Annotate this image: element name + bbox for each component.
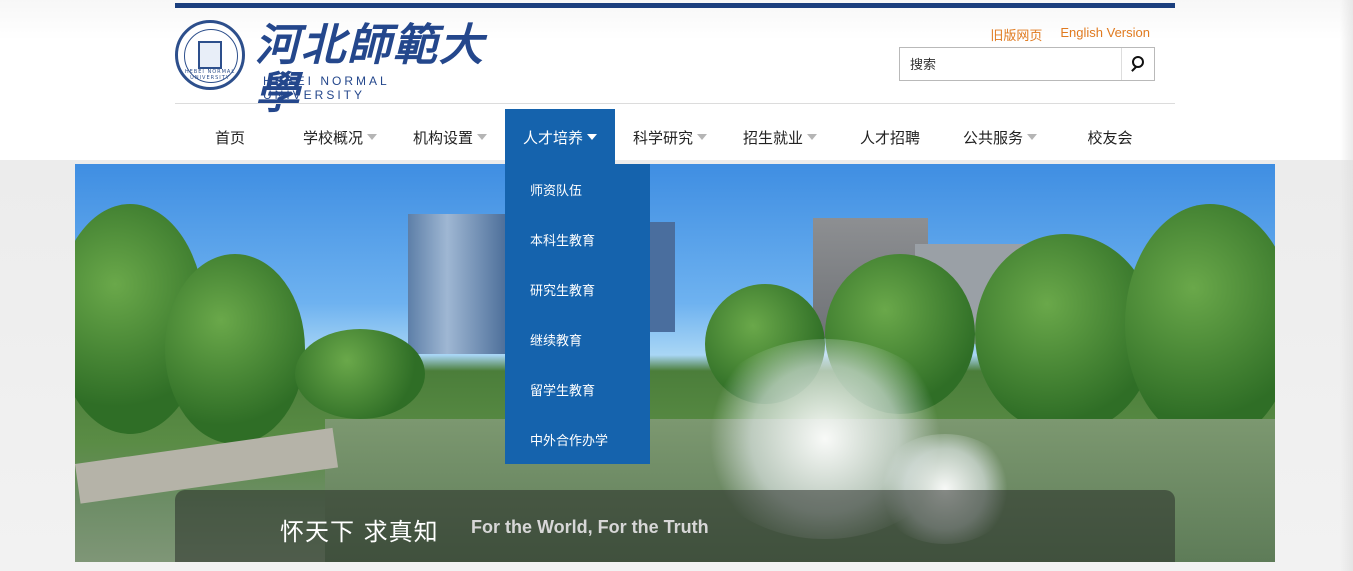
banner-building [408, 214, 506, 354]
education-dropdown-menu: 师资队伍 本科生教育 研究生教育 继续教育 留学生教育 中外合作办学 [505, 164, 650, 464]
nav-item-admissions[interactable]: 招生就业 [725, 109, 835, 164]
dropdown-item-continuing-education[interactable]: 继续教育 [505, 314, 650, 364]
dropdown-item-faculty[interactable]: 师资队伍 [505, 164, 650, 214]
seal-ring-text: HEBEI NORMAL UNIVERSITY [184, 69, 236, 81]
main-nav: 首页 学校概况 机构设置 人才培养 科学研究 招生就业 人才招聘 公共服务 校友… [175, 109, 1175, 164]
chevron-down-icon [367, 133, 377, 140]
dropdown-item-joint-programs[interactable]: 中外合作办学 [505, 414, 650, 464]
header-divider [175, 103, 1175, 104]
dropdown-item-undergraduate[interactable]: 本科生教育 [505, 214, 650, 264]
banner-tree [165, 254, 305, 444]
motto-cn: 怀天下 求真知 [280, 518, 439, 546]
top-rule [175, 3, 1175, 8]
banner-tree [1125, 204, 1275, 444]
search-box [899, 47, 1155, 81]
logo-name-en: HEBEI NORMAL UNIVERSITY [263, 74, 390, 102]
chevron-down-icon [587, 133, 597, 140]
nav-item-recruitment[interactable]: 人才招聘 [835, 109, 945, 164]
scrollbar-edge [1340, 0, 1353, 571]
search-icon-handle [1131, 66, 1137, 72]
university-seal-icon: HEBEI NORMAL UNIVERSITY [175, 20, 245, 90]
nav-item-home[interactable]: 首页 [175, 109, 285, 164]
chevron-down-icon [477, 133, 487, 140]
top-links: 旧版网页 English Version [990, 25, 1150, 44]
nav-item-education[interactable]: 人才培养 [505, 109, 615, 164]
banner-building [650, 222, 675, 332]
search-button[interactable] [1121, 48, 1154, 80]
banner-tree [295, 329, 425, 419]
nav-item-departments[interactable]: 机构设置 [395, 109, 505, 164]
seal-center [198, 41, 222, 69]
chevron-down-icon [1027, 133, 1037, 140]
nav-item-research[interactable]: 科学研究 [615, 109, 725, 164]
chevron-down-icon [697, 133, 707, 140]
motto-en: For the World, For the Truth [471, 517, 709, 537]
search-input[interactable] [901, 49, 1121, 79]
nav-item-about[interactable]: 学校概况 [285, 109, 395, 164]
university-logo[interactable]: HEBEI NORMAL UNIVERSITY 河北師範大學 HEBEI NOR… [175, 18, 495, 118]
nav-item-public-services[interactable]: 公共服务 [945, 109, 1055, 164]
old-site-link[interactable]: 旧版网页 [990, 25, 1042, 44]
english-version-link[interactable]: English Version [1060, 25, 1150, 44]
dropdown-item-graduate[interactable]: 研究生教育 [505, 264, 650, 314]
nav-item-alumni[interactable]: 校友会 [1055, 109, 1165, 164]
chevron-down-icon [807, 133, 817, 140]
banner-caption: 怀天下 求真知 For the World, For the Truth [175, 490, 1175, 562]
dropdown-item-international-students[interactable]: 留学生教育 [505, 364, 650, 414]
